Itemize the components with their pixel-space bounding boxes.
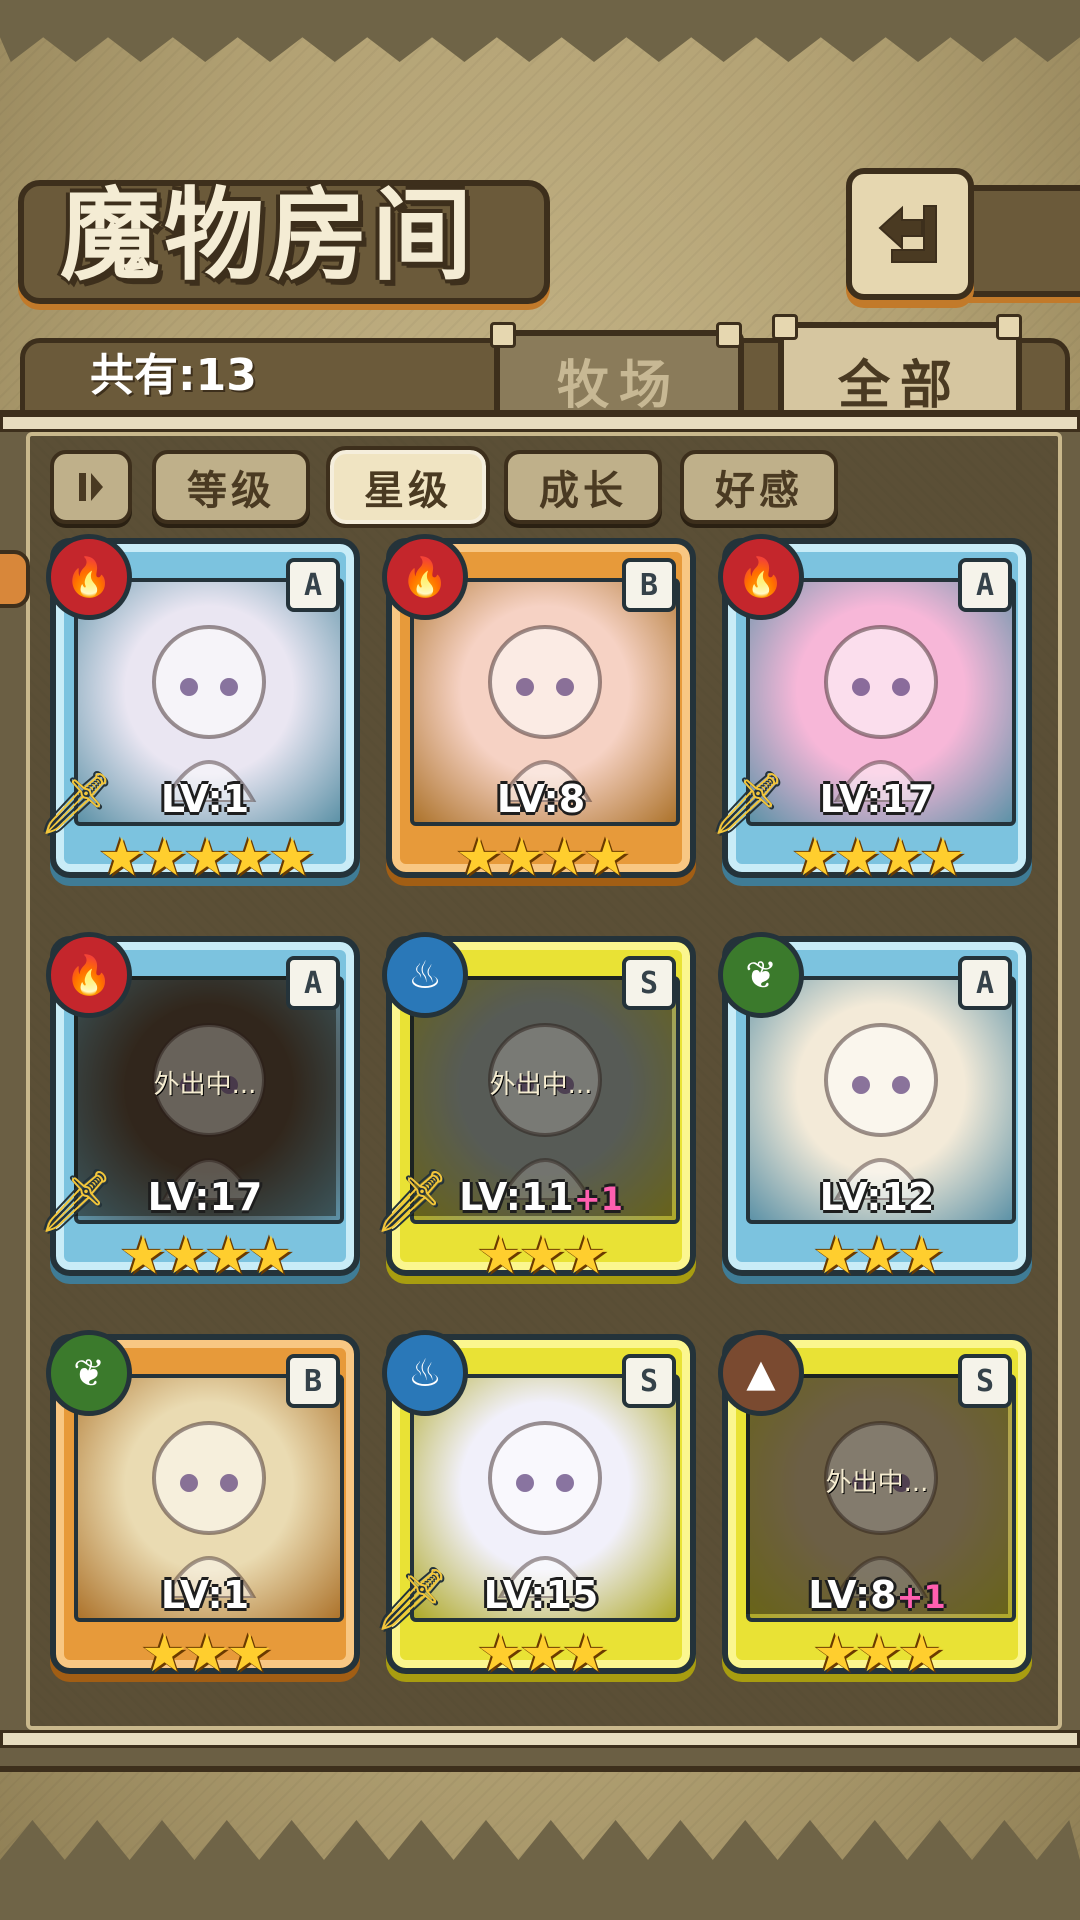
level-label: LV:1: [50, 1570, 360, 1620]
filter-star-button[interactable]: 星级: [326, 446, 490, 528]
level-label: LV:17: [722, 774, 1032, 824]
water-wave-icon: ♨: [382, 932, 468, 1018]
monster-silhouette-icon: [152, 1421, 266, 1598]
filter-affection-button[interactable]: 好感: [680, 450, 838, 524]
filter-growth-button[interactable]: 成长: [504, 450, 662, 524]
filter-level-button[interactable]: 等级: [152, 450, 310, 524]
rank-badge: A: [286, 956, 340, 1010]
rank-badge: A: [958, 956, 1012, 1010]
filter-growth-label: 成长: [539, 467, 627, 514]
level-value: LV:17: [819, 777, 935, 821]
filter-affection-label: 好感: [715, 467, 803, 514]
star-rating: ★★★: [477, 1226, 609, 1286]
level-label: LV:15: [386, 1570, 696, 1620]
rank-badge: B: [622, 558, 676, 612]
star-rating: ★★★★: [791, 828, 966, 888]
return-arrow-icon: [878, 205, 937, 263]
level-value: LV:1: [160, 1573, 250, 1617]
monster-silhouette-icon: [488, 1421, 602, 1598]
rank-badge: B: [286, 1354, 340, 1408]
flame-icon: 🔥: [46, 932, 132, 1018]
tab-corner: [490, 322, 516, 348]
back-button[interactable]: [846, 168, 974, 300]
level-label: LV:17: [50, 1172, 360, 1222]
star-rating: ★★★: [141, 1624, 273, 1684]
level-value: LV:17: [147, 1175, 263, 1219]
monster-card[interactable]: 外出中... S ♨ 🗡 LV:11+1 ★★★: [374, 932, 696, 1296]
mountain-icon: ▲: [718, 1330, 804, 1416]
monster-silhouette-icon: [824, 1023, 938, 1200]
monster-card[interactable]: B ❦ LV:1 ★★★: [46, 1330, 360, 1694]
star-rating: ★★★★: [119, 1226, 294, 1286]
star-rating: ★★★: [813, 1226, 945, 1286]
flame-icon: 🔥: [382, 534, 468, 620]
away-status: 外出中...: [153, 1070, 257, 1100]
filter-level-label: 等级: [187, 467, 275, 514]
sort-toggle-button[interactable]: [50, 450, 132, 524]
monster-silhouette-icon: [488, 625, 602, 802]
level-value: LV:12: [819, 1175, 935, 1219]
monster-card[interactable]: B 🔥 LV:8 ★★★★: [382, 534, 696, 898]
star-rating: ★★★: [477, 1624, 609, 1684]
level-value: LV:1: [160, 777, 250, 821]
level-label: LV:8+1: [722, 1570, 1032, 1622]
level-value: LV:8: [808, 1573, 897, 1617]
level-value: LV:11: [459, 1175, 574, 1219]
monster-card[interactable]: 外出中... A 🔥 🗡 LV:17 ★★★★: [38, 932, 360, 1296]
away-status: 外出中...: [489, 1070, 593, 1100]
tab-ranch-label: 牧场: [556, 354, 681, 416]
rank-badge: S: [622, 956, 676, 1010]
tab-corner: [772, 314, 798, 340]
star-rating: ★★★: [813, 1624, 945, 1684]
monster-card[interactable]: A 🔥 🗡 LV:17 ★★★★: [710, 534, 1032, 898]
page-title: 魔物房间: [60, 176, 476, 294]
level-label: LV:12: [722, 1172, 1032, 1222]
filter-star-label: 星级: [364, 467, 452, 514]
level-value: LV:15: [483, 1573, 599, 1617]
monster-card[interactable]: A ❦ LV:12 ★★★: [718, 932, 1032, 1296]
tab-corner: [716, 322, 742, 348]
level-bonus: +1: [573, 1180, 623, 1218]
tab-corner: [996, 314, 1022, 340]
pause-bars-icon: [79, 473, 103, 501]
flame-icon: 🔥: [46, 534, 132, 620]
rank-badge: A: [958, 558, 1012, 612]
monster-count: 共有:13: [90, 350, 257, 401]
monster-silhouette-icon: [152, 625, 266, 802]
monster-silhouette-icon: [824, 625, 938, 802]
leaf-icon: ❦: [46, 1330, 132, 1416]
star-rating: ★★★★: [455, 828, 630, 888]
rank-badge: S: [622, 1354, 676, 1408]
tab-all-label: 全部: [837, 354, 962, 416]
monster-card[interactable]: S ♨ 🗡 LV:15 ★★★: [374, 1330, 696, 1694]
monster-card[interactable]: 外出中... S ▲ LV:8+1 ★★★: [718, 1330, 1032, 1694]
leaf-icon: ❦: [718, 932, 804, 1018]
water-wave-icon: ♨: [382, 1330, 468, 1416]
monster-card[interactable]: A 🔥 🗡 LV:1 ★★★★★: [38, 534, 360, 898]
panel-bottom-rail: [0, 1730, 1080, 1748]
level-value: LV:8: [496, 777, 586, 821]
away-status: 外出中...: [825, 1468, 929, 1498]
level-label: LV:11+1: [386, 1172, 696, 1224]
panel-top-rail: [0, 414, 1080, 432]
flame-icon: 🔥: [718, 534, 804, 620]
level-bonus: +1: [896, 1578, 946, 1616]
side-expand-tab[interactable]: [0, 550, 30, 608]
rank-badge: S: [958, 1354, 1012, 1408]
level-label: LV:1: [50, 774, 360, 824]
level-label: LV:8: [386, 774, 696, 824]
rank-badge: A: [286, 558, 340, 612]
star-rating: ★★★★★: [98, 828, 315, 888]
